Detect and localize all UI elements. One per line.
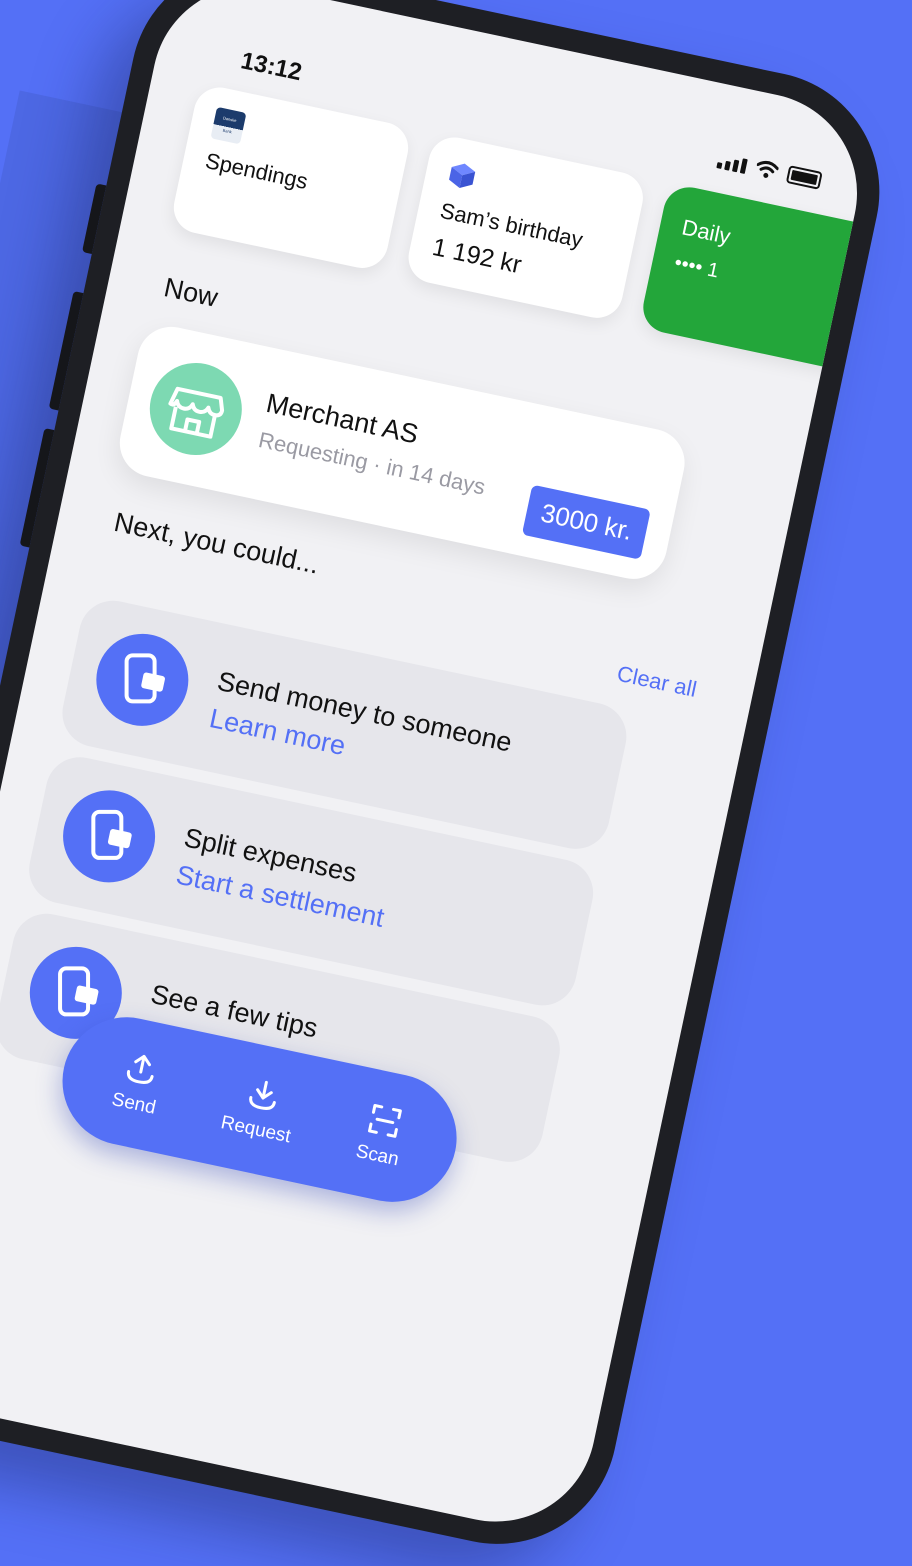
store-icon — [168, 386, 225, 439]
sams-birthday-card[interactable]: Sam’s birthday 1 192 kr — [403, 132, 648, 323]
bank-logo-icon: Danske Bank — [210, 106, 247, 145]
phone-message-icon — [54, 781, 164, 891]
upload-arrow-icon — [126, 1054, 154, 1084]
scan-label: Scan — [353, 1140, 401, 1171]
card-label: Daily — [679, 214, 733, 250]
phone-frame: 13:12 Danske Bank Spendings Sam’s birthd… — [0, 0, 902, 1566]
card-label: Spendings — [203, 147, 311, 194]
send-button[interactable]: Send — [110, 1048, 167, 1120]
status-icons — [716, 150, 823, 190]
phone-message-icon — [87, 625, 197, 735]
request-amount-badge[interactable]: 3000 kr. — [522, 484, 651, 560]
now-heading: Now — [161, 272, 221, 313]
card-amount: •••• 1 — [672, 251, 721, 283]
phone-screen: 13:12 Danske Bank Spendings Sam’s birthd… — [0, 0, 876, 1541]
signal-icon — [716, 153, 748, 174]
merchant-logo — [141, 354, 251, 464]
scan-frame-icon — [367, 1103, 402, 1138]
clear-all-link[interactable]: Clear all — [615, 661, 699, 703]
battery-icon — [785, 165, 823, 190]
box-icon — [449, 163, 476, 189]
account-cards: Danske Bank Spendings Sam’s birthday 1 1… — [168, 82, 876, 373]
request-button[interactable]: Request — [219, 1071, 302, 1148]
download-arrow-icon — [248, 1080, 276, 1110]
scan-button[interactable]: Scan — [354, 1100, 410, 1172]
daily-card[interactable]: Daily •••• 1 — [638, 182, 876, 373]
card-amount: 1 192 kr — [429, 233, 525, 280]
request-label: Request — [218, 1112, 293, 1148]
send-label: Send — [109, 1088, 158, 1119]
spendings-card[interactable]: Danske Bank Spendings — [168, 82, 413, 273]
next-heading: Next, you could... — [111, 506, 322, 580]
wifi-icon — [756, 160, 779, 178]
status-time: 13:12 — [238, 47, 305, 87]
